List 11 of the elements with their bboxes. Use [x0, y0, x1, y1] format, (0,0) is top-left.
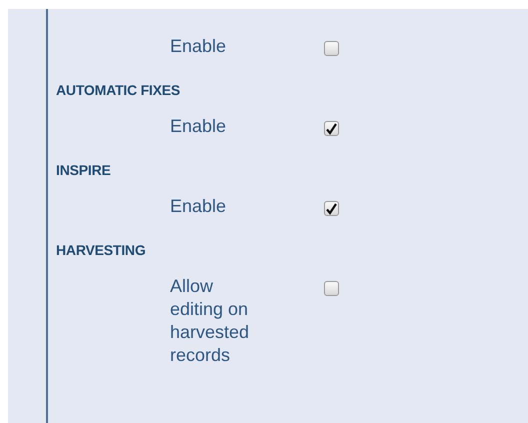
option-label: Enable [170, 195, 228, 218]
checkbox[interactable] [324, 121, 339, 136]
section-heading: AUTOMATIC FIXES [56, 82, 182, 98]
checkbox[interactable] [324, 41, 339, 56]
option-label: Enable [170, 115, 228, 138]
option-label: Allow editing on harvested records [170, 275, 250, 367]
checkbox[interactable] [324, 281, 339, 296]
section-heading: INSPIRE [56, 162, 112, 178]
checkbox[interactable] [324, 201, 339, 216]
option-label: Enable [170, 35, 228, 58]
section-heading: HARVESTING [56, 242, 147, 258]
